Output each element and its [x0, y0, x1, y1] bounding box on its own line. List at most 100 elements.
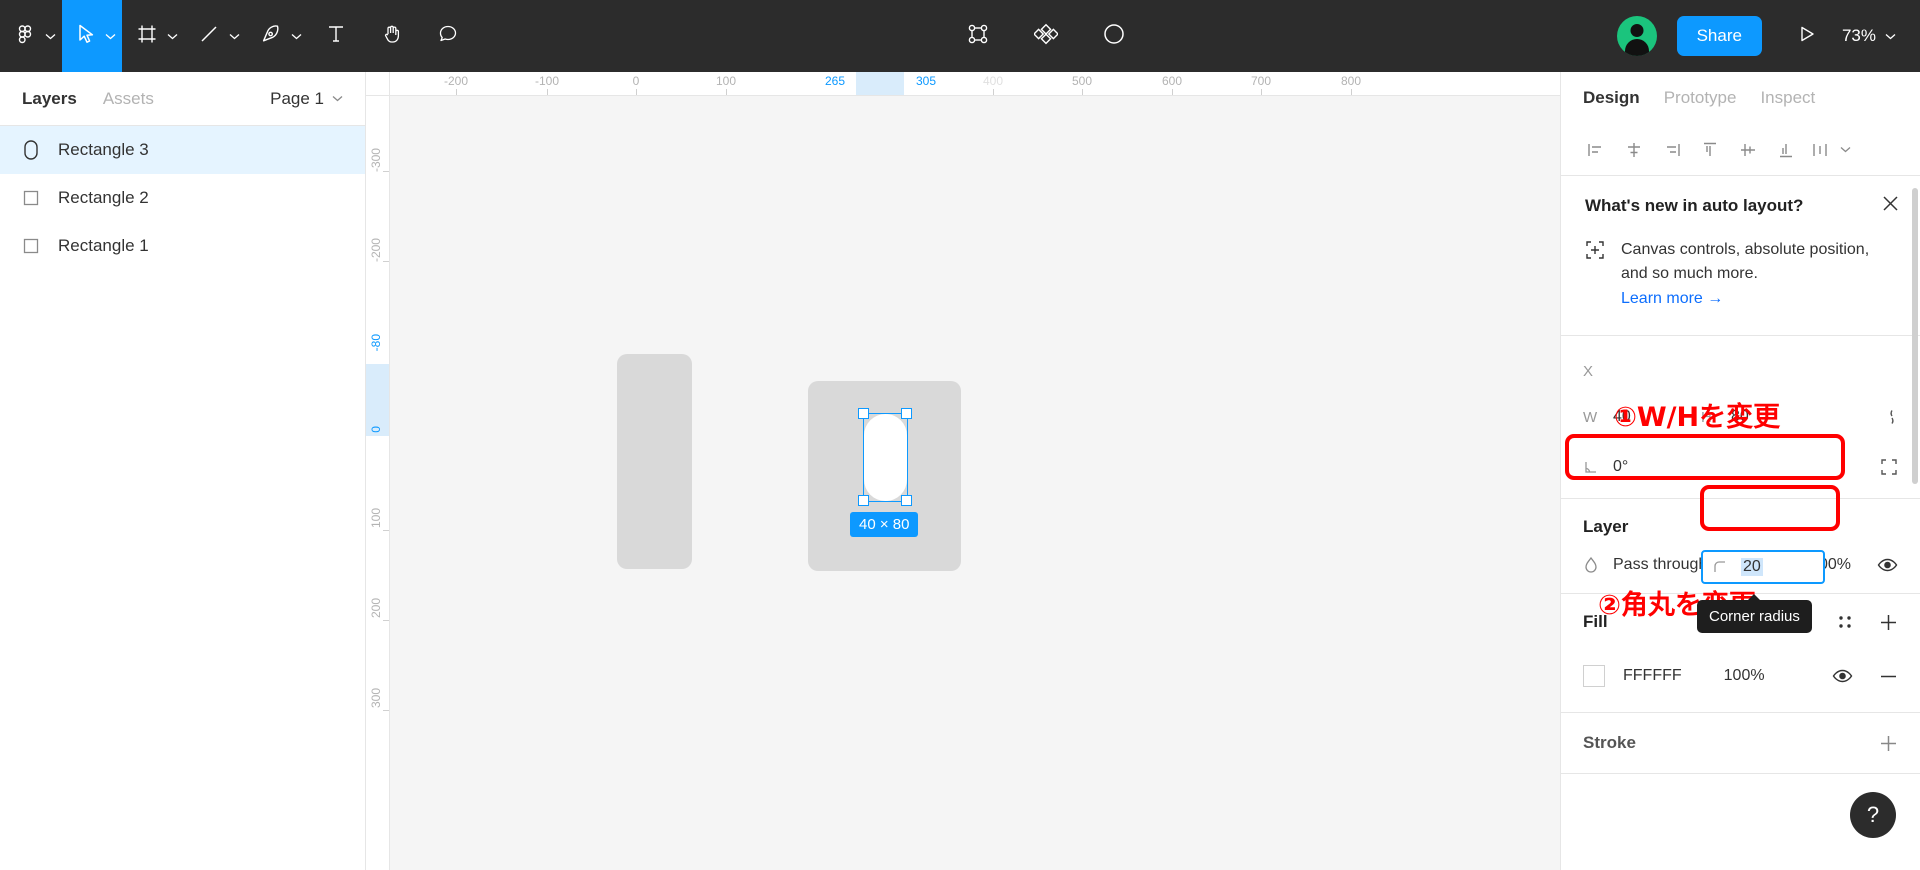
- help-button[interactable]: ?: [1850, 792, 1896, 838]
- mask-button[interactable]: [1102, 0, 1126, 72]
- ruler-h-tick: [1261, 89, 1262, 95]
- move-tool-button[interactable]: [62, 0, 122, 72]
- ruler-v-label: 200: [369, 598, 383, 619]
- x-field[interactable]: X: [1583, 363, 1701, 380]
- properties-section: X W 40 H 80 0°: [1561, 336, 1920, 492]
- learn-more-link[interactable]: Learn more →: [1621, 287, 1723, 311]
- fill-color-row: FFFFFF 100%: [1561, 650, 1920, 702]
- promo-description: Canvas controls, absolute position, and …: [1621, 241, 1870, 282]
- fill-color-swatch[interactable]: [1583, 665, 1605, 688]
- frame-tool-button[interactable]: [122, 0, 184, 72]
- ruler-v-label-selected-end: 0: [369, 426, 383, 433]
- align-right-icon[interactable]: [1653, 131, 1691, 169]
- frame-rectangle-2[interactable]: [617, 354, 692, 569]
- rotation-icon: [1583, 460, 1613, 475]
- page-selector[interactable]: Page 1: [270, 89, 343, 109]
- distribute-icon[interactable]: [1805, 131, 1835, 169]
- eye-icon[interactable]: [1877, 557, 1898, 573]
- ruler-v-label: -300: [369, 148, 383, 173]
- horizontal-ruler[interactable]: -200 -100 0 100 265 305 400 500 600 700 …: [366, 72, 1560, 96]
- h-label: H: [1701, 408, 1712, 426]
- tab-prototype[interactable]: Prototype: [1664, 88, 1737, 108]
- width-field[interactable]: W 40: [1583, 408, 1701, 426]
- tab-inspect[interactable]: Inspect: [1760, 88, 1815, 108]
- height-field[interactable]: H 80: [1701, 408, 1819, 426]
- align-bottom-icon[interactable]: [1767, 131, 1805, 169]
- main-menu-button[interactable]: [0, 0, 62, 72]
- fill-section-title: Fill: [1583, 612, 1608, 632]
- w-value: 40: [1613, 408, 1631, 426]
- styles-icon[interactable]: [1837, 614, 1853, 630]
- ruler-v-label: 300: [369, 688, 383, 709]
- close-icon[interactable]: [1881, 194, 1900, 218]
- fill-color-value[interactable]: FFFFFF: [1623, 667, 1682, 685]
- right-panel-scrollbar[interactable]: [1912, 188, 1918, 484]
- corner-radius-value: 20: [1741, 558, 1763, 576]
- layer-row-rectangle-1[interactable]: Rectangle 1: [0, 222, 365, 270]
- tab-assets[interactable]: Assets: [103, 89, 154, 109]
- minus-icon[interactable]: [1879, 667, 1898, 686]
- plus-icon[interactable]: [1879, 734, 1898, 753]
- resize-handle-bottom-left[interactable]: [858, 495, 869, 506]
- zoom-level-label: 73%: [1841, 26, 1876, 45]
- resize-handle-top-left[interactable]: [858, 408, 869, 419]
- ruler-h-tick: [636, 89, 637, 95]
- toolbar-center-group: [966, 0, 1126, 72]
- ruler-h-selection-range: [856, 72, 904, 95]
- divider: [1561, 773, 1920, 775]
- hand-tool-button[interactable]: [364, 0, 420, 72]
- pen-icon: [260, 23, 282, 50]
- ruler-h-tick: [1172, 89, 1173, 95]
- resize-handle-top-right[interactable]: [901, 408, 912, 419]
- ruler-h-label: 400: [982, 74, 1004, 88]
- rectangle-icon: [20, 187, 42, 209]
- ruler-h-tick: [1082, 89, 1083, 95]
- comment-tool-button[interactable]: [420, 0, 476, 72]
- eye-icon[interactable]: [1832, 668, 1853, 684]
- align-horizontal-center-icon[interactable]: [1615, 131, 1653, 169]
- user-avatar[interactable]: [1616, 16, 1657, 56]
- ruler-v-label: -200: [369, 238, 383, 263]
- plugins-button[interactable]: [1033, 0, 1060, 72]
- share-button[interactable]: Share: [1676, 16, 1762, 56]
- resize-handle-bottom-right[interactable]: [901, 495, 912, 506]
- tab-layers[interactable]: Layers: [22, 89, 77, 109]
- promo-body: Canvas controls, absolute position, and …: [1585, 238, 1896, 311]
- align-left-icon[interactable]: [1577, 131, 1615, 169]
- corner-radius-input[interactable]: 20: [1701, 550, 1825, 584]
- play-icon: [1798, 24, 1816, 49]
- promo-text-block: Canvas controls, absolute position, and …: [1621, 238, 1896, 311]
- present-button[interactable]: [1784, 0, 1830, 72]
- pen-tool-button[interactable]: [246, 0, 308, 72]
- fill-opacity-value[interactable]: 100%: [1724, 667, 1765, 685]
- layers-assets-tabs: Layers Assets Page 1: [0, 72, 365, 126]
- text-tool-button[interactable]: [308, 0, 364, 72]
- blend-mode-value[interactable]: Pass through: [1613, 556, 1707, 574]
- align-vertical-center-icon[interactable]: [1729, 131, 1767, 169]
- align-top-icon[interactable]: [1691, 131, 1729, 169]
- stroke-section-title: Stroke: [1583, 733, 1636, 753]
- ruler-h-label: 500: [1071, 74, 1093, 88]
- figma-app-window: Share 73% Layers Assets Page 1 Rectangle…: [0, 0, 1920, 870]
- plus-icon[interactable]: [1879, 613, 1898, 632]
- ruler-h-label-selected-start: 265: [824, 74, 846, 88]
- layer-row-rectangle-2[interactable]: Rectangle 2: [0, 174, 365, 222]
- rectangle-icon: [20, 235, 42, 257]
- vertical-ruler[interactable]: -300 -200 -80 0 100 200 300: [366, 96, 390, 870]
- canvas-content: 40 × 80: [390, 96, 1560, 870]
- chevron-down-icon[interactable]: [1835, 131, 1855, 169]
- tab-design[interactable]: Design: [1583, 88, 1640, 108]
- rotation-field[interactable]: 0°: [1583, 458, 1701, 476]
- chevron-down-icon: [291, 33, 302, 40]
- shape-tool-button[interactable]: [184, 0, 246, 72]
- layer-row-rectangle-3[interactable]: Rectangle 3: [0, 126, 365, 174]
- ruler-h-label: -200: [443, 74, 469, 88]
- component-button[interactable]: [966, 0, 990, 72]
- zoom-level-button[interactable]: 73%: [1830, 0, 1920, 72]
- constrain-proportions-icon[interactable]: [1880, 407, 1898, 427]
- canvas-viewport[interactable]: 40 × 80 -200 -100 0 100 265 305 400 500 …: [366, 72, 1560, 870]
- size-row: W 40 H 80: [1583, 392, 1898, 442]
- independent-corners-icon[interactable]: [1880, 458, 1898, 476]
- selection-bounding-box: [863, 413, 908, 502]
- rotation-value: 0°: [1613, 458, 1629, 476]
